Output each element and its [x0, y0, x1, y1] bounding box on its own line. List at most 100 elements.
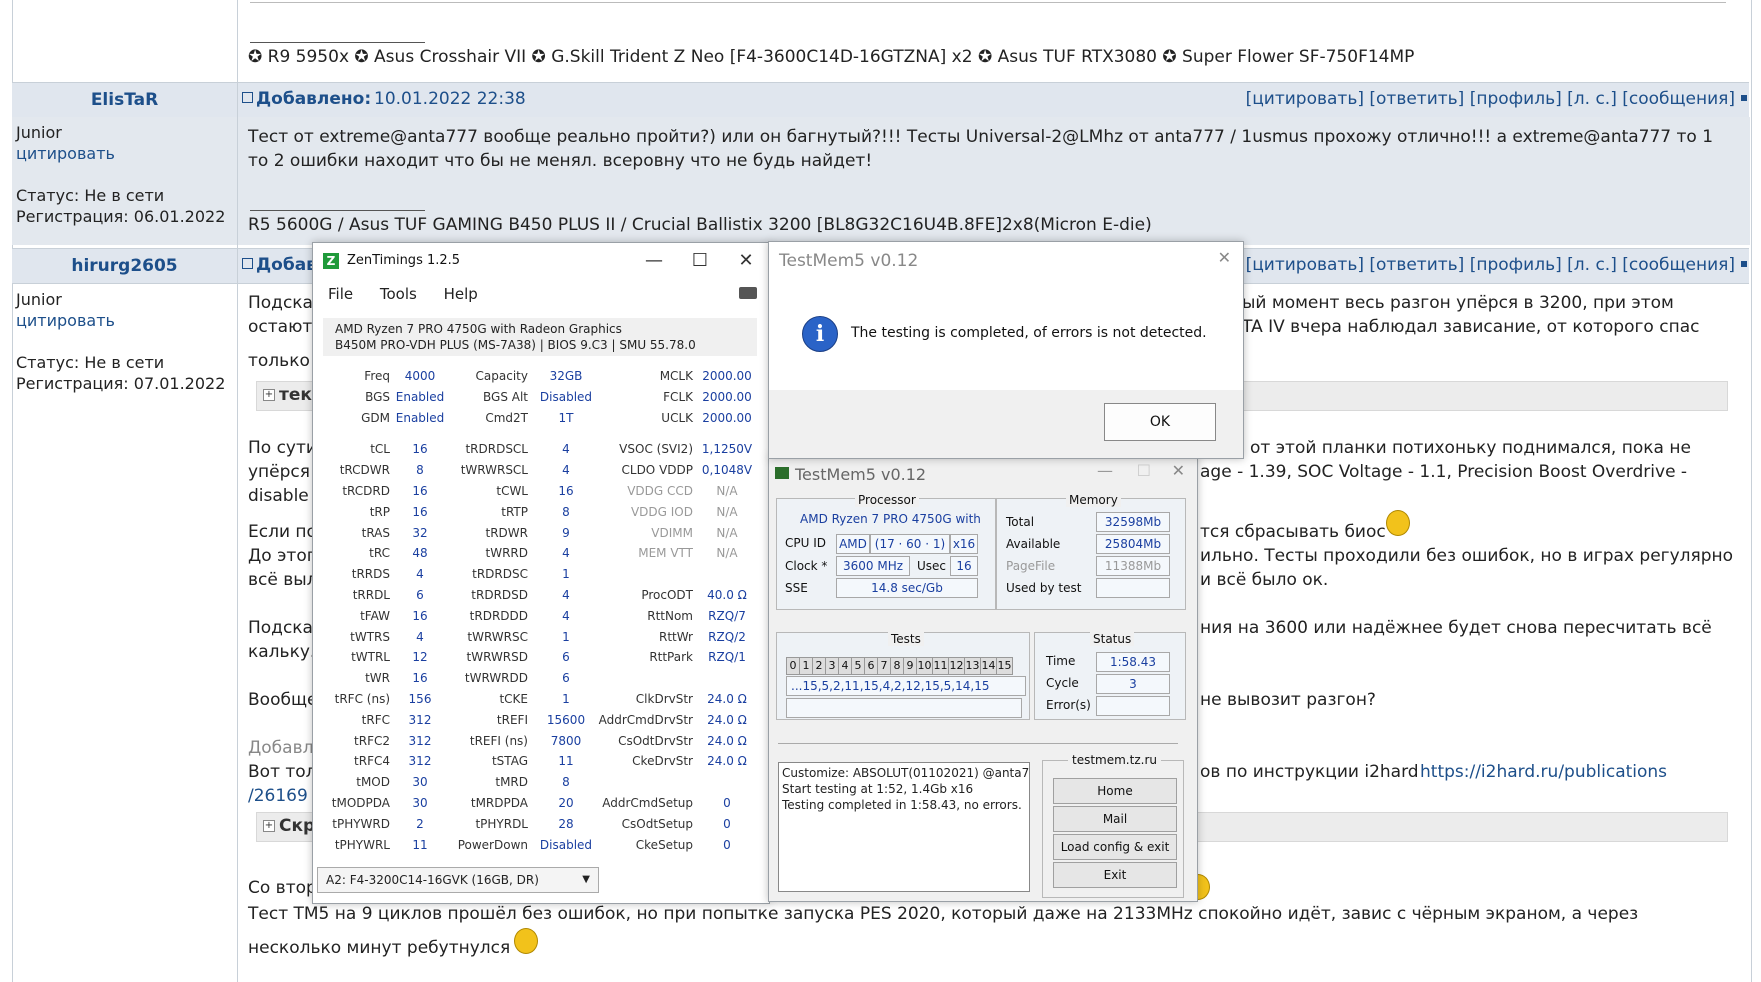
close-button[interactable]: ✕ — [1218, 248, 1231, 267]
test-cell: 0 — [786, 657, 800, 675]
maximize-button[interactable]: ☐ — [1137, 461, 1151, 480]
timing-label: tWR — [365, 671, 390, 686]
post-text-fragment: от этой планки потихоньку поднимался, по… — [1250, 438, 1691, 458]
timing-label: tPHYWRD — [332, 816, 390, 831]
post-marker — [1741, 95, 1747, 101]
window-title: TestMem5 v0.12 — [795, 465, 927, 484]
timing-value: 8 — [562, 775, 570, 790]
chevron-down-icon: ▼ — [582, 874, 590, 885]
site-label[interactable]: testmem.tz.ru — [1068, 753, 1161, 767]
timing-value: 24.0 Ω — [707, 692, 747, 706]
user-rank: Junior — [16, 290, 62, 309]
author-name[interactable]: ElisTaR — [91, 90, 158, 110]
timing-label: VDDG CCD — [627, 484, 693, 498]
timing-value: N/A — [716, 525, 738, 540]
quote-link[interactable]: цитировать — [16, 143, 225, 164]
timing-label: tCWL — [496, 484, 528, 498]
timing-label: tWRWRSCL — [460, 463, 528, 478]
post-text-fragment: Со втор — [248, 878, 317, 898]
log-line: Testing completed in 1:58.43, no errors. — [782, 798, 1022, 812]
timing-value: 0 — [723, 837, 731, 852]
home-button[interactable]: Home — [1053, 778, 1177, 804]
timing-label: VDDG IOD — [630, 504, 693, 519]
post-text-fragment: ния на 3600 или надёжнее будет снова пер… — [1200, 618, 1712, 638]
timing-label: tWRWRDD — [464, 671, 528, 686]
timing-label: MCLK — [659, 369, 693, 383]
test-cell: 13 — [964, 657, 981, 675]
time-field: 1:58.43 — [1096, 652, 1170, 672]
timing-label: RttNom — [647, 608, 693, 623]
post-text-fragment: Подска — [248, 293, 313, 313]
timing-label: tRRDS — [351, 567, 390, 582]
test-cell: 7 — [877, 657, 891, 675]
close-button[interactable]: ✕ — [1172, 461, 1185, 480]
testmem-logo-icon — [775, 467, 789, 479]
post-link[interactable]: https://i2hard.ru/publications — [1420, 760, 1667, 785]
post-actions[interactable]: [цитировать] [ответить] [профиль] [л. с.… — [1246, 89, 1735, 109]
timing-label: tRDRDSD — [471, 588, 528, 602]
available-label: Available — [1006, 537, 1061, 551]
timing-value: RZQ/2 — [708, 629, 746, 644]
info-icon: i — [802, 316, 838, 352]
timing-value: 1 — [562, 567, 570, 582]
dialog-message: The testing is completed, of errors is n… — [851, 325, 1207, 341]
timing-label: RttWr — [658, 629, 693, 644]
user-info: Junior цитировать Статус: Не в сети Реги… — [16, 289, 225, 394]
timing-label: tCKE — [499, 692, 528, 706]
post-text-fragment: и всё было ок. — [1200, 570, 1329, 590]
log-line: Customize: ABSOLUT(01102021) @anta777 — [782, 766, 1030, 780]
test-cell: 4 — [838, 657, 852, 675]
post-actions[interactable]: [цитировать] [ответить] [профиль] [л. с.… — [1246, 255, 1735, 275]
test-cell: 9 — [903, 657, 917, 675]
timing-label: FCLK — [663, 389, 693, 404]
available-field: 25804Mb — [1096, 534, 1170, 554]
separator — [778, 743, 1178, 744]
timing-label: tRTP — [501, 504, 528, 519]
timing-label: CkeDrvStr — [632, 754, 693, 769]
timing-value: 0,1048V — [701, 463, 753, 478]
post-text-fragment: ов по инструкции i2hard — [1200, 762, 1419, 782]
timing-label: CsOdtDrvStr — [618, 733, 693, 748]
timing-label: tRDRDSCL — [465, 442, 528, 457]
minimize-button[interactable]: — — [1097, 461, 1113, 480]
post-author[interactable]: ElisTaR — [12, 82, 237, 118]
timing-label: tWRWRSC — [467, 629, 528, 644]
ok-button[interactable]: OK — [1104, 403, 1216, 441]
log-line: Start testing at 1:52, 1.4Gb x16 — [782, 782, 974, 796]
post-author[interactable]: hirurg2605 — [12, 248, 237, 284]
pagefile-field: 11388Mb — [1096, 556, 1170, 576]
timing-label: Freq — [364, 369, 390, 383]
testmem-titlebar[interactable]: TestMem5 v0.12 — ☐ ✕ — [769, 457, 1197, 491]
timing-label: tWRRD — [485, 546, 529, 561]
post-text-line: несколько минут ребутнулся — [248, 938, 511, 958]
timing-value: N/A — [716, 546, 738, 561]
load-config-button[interactable]: Load config & exit — [1053, 834, 1177, 860]
exit-button[interactable]: Exit — [1053, 862, 1177, 888]
timing-label: tRCDWR — [339, 463, 390, 478]
test-log[interactable]: Customize: ABSOLUT(01102021) @anta777 St… — [778, 762, 1030, 892]
quote-link[interactable]: цитировать — [16, 310, 225, 331]
post-header: Добавлено: 10.01.2022 22:38 [цитировать]… — [238, 82, 1749, 118]
usedby-field — [1096, 578, 1170, 598]
timing-label: Cmd2T — [485, 410, 528, 425]
author-name[interactable]: hirurg2605 — [71, 256, 177, 276]
timing-label: tWTRS — [350, 629, 390, 644]
signature-divider — [250, 210, 425, 211]
timing-label: BGS — [365, 389, 390, 404]
zentimings-window: Z ZenTimings 1.2.5 — ☐ ✕ File Tools Help… — [312, 242, 770, 904]
test-cell: 14 — [980, 657, 997, 675]
usec-field: 16 — [950, 556, 978, 576]
timing-label: VDIMM — [651, 525, 693, 540]
added-label: Добав — [256, 255, 317, 275]
timing-label: Capacity — [475, 369, 528, 383]
cpuid-label: CPU ID — [785, 536, 826, 550]
timing-label: GDM — [361, 410, 390, 425]
total-field: 32598Mb — [1096, 512, 1170, 532]
timing-label: VSOC (SVI2) — [619, 442, 693, 457]
timing-value: 0 — [723, 796, 731, 810]
timing-value: N/A — [716, 504, 738, 519]
test-cell: 10 — [916, 657, 933, 675]
mail-button[interactable]: Mail — [1053, 806, 1177, 832]
dimm-select[interactable]: A2: F4-3200C14-16GVK (16GB, DR) ▼ — [317, 867, 599, 893]
timing-label: UCLK — [661, 410, 693, 425]
